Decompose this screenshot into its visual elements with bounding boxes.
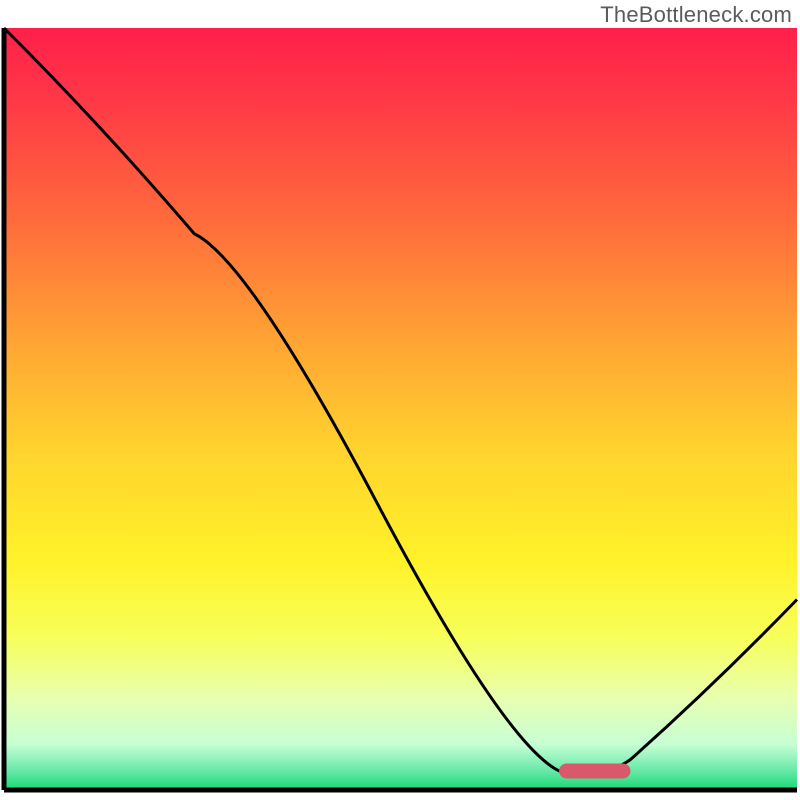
watermark-text: TheBottleneck.com [600, 2, 792, 28]
gradient-background [4, 28, 797, 790]
bottleneck-chart [0, 0, 800, 800]
chart-container: TheBottleneck.com [0, 0, 800, 800]
optimum-marker [559, 763, 630, 778]
